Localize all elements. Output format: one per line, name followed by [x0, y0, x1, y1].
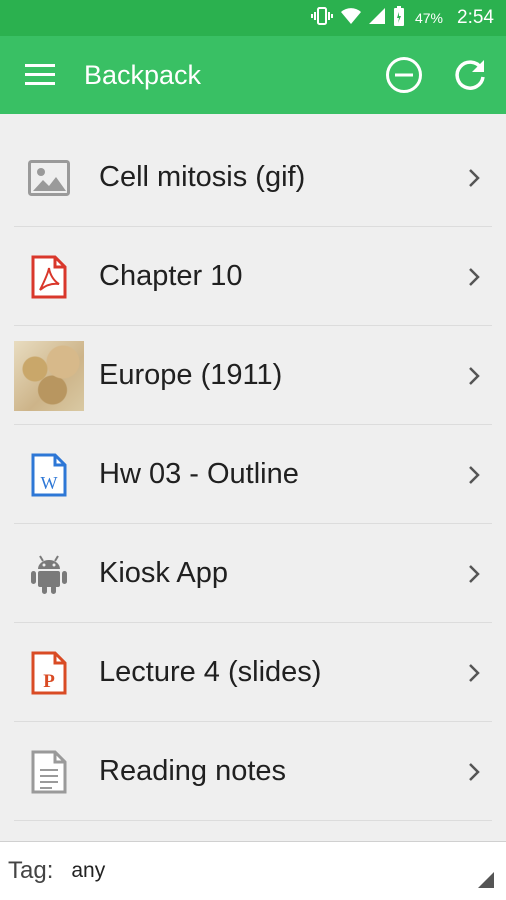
app-bar: Backpack — [0, 36, 506, 114]
divider — [14, 820, 492, 821]
tag-filter[interactable]: Tag: any — [0, 841, 506, 900]
image-icon — [14, 143, 84, 213]
chevron-right-icon — [464, 663, 484, 683]
tag-label: Tag: — [8, 857, 54, 884]
chevron-right-icon — [464, 366, 484, 386]
wifi-icon — [340, 7, 361, 29]
status-bar: 47% 2:54 — [0, 0, 506, 36]
list-item-label: Lecture 4 (slides) — [99, 656, 322, 688]
clock: 2:54 — [457, 7, 494, 28]
android-icon — [14, 539, 84, 609]
list-item-label: Chapter 10 — [99, 260, 243, 292]
pdf-icon — [14, 242, 84, 312]
remove-circle-icon[interactable] — [382, 53, 426, 97]
list-item-label: Kiosk App — [99, 557, 228, 589]
refresh-icon[interactable] — [448, 53, 492, 97]
list-item[interactable]: Chapter 10 — [0, 227, 506, 326]
list-item[interactable]: Kiosk App — [0, 524, 506, 623]
vibrate-icon — [310, 6, 333, 30]
menu-icon[interactable] — [20, 55, 60, 95]
list-item[interactable]: Cell mitosis (gif) — [0, 128, 506, 227]
list-item-label: Europe (1911) — [99, 359, 283, 391]
tag-value[interactable]: any — [71, 859, 478, 883]
list-item-label: Reading notes — [99, 755, 287, 787]
chevron-right-icon — [464, 168, 484, 188]
chevron-right-icon — [464, 267, 484, 287]
svg-text:W: W — [41, 473, 58, 493]
page-title: Backpack — [84, 59, 202, 90]
list-item-label: Hw 03 - Outline — [99, 458, 299, 490]
svg-text:P: P — [43, 671, 55, 692]
text-doc-icon — [14, 737, 84, 807]
chevron-right-icon — [464, 762, 484, 782]
signal-icon — [368, 7, 385, 29]
list-item[interactable]: Europe (1911) — [0, 326, 506, 425]
list-item[interactable]: W Hw 03 - Outline — [0, 425, 506, 524]
powerpoint-icon: P — [14, 638, 84, 708]
dropdown-arrow-icon[interactable] — [478, 872, 494, 888]
battery-icon — [393, 5, 405, 31]
chevron-right-icon — [464, 564, 484, 584]
list-item-label: Cell mitosis (gif) — [99, 161, 306, 193]
word-doc-icon: W — [14, 440, 84, 510]
list-item[interactable]: P Lecture 4 (slides) — [0, 623, 506, 722]
backpack-list: Cell mitosis (gif) Chapter 10 Europe (19… — [0, 128, 506, 821]
battery-percent: 47% — [414, 10, 444, 26]
list-item[interactable]: Reading notes — [0, 722, 506, 821]
chevron-right-icon — [464, 465, 484, 485]
map-thumbnail — [14, 340, 84, 411]
